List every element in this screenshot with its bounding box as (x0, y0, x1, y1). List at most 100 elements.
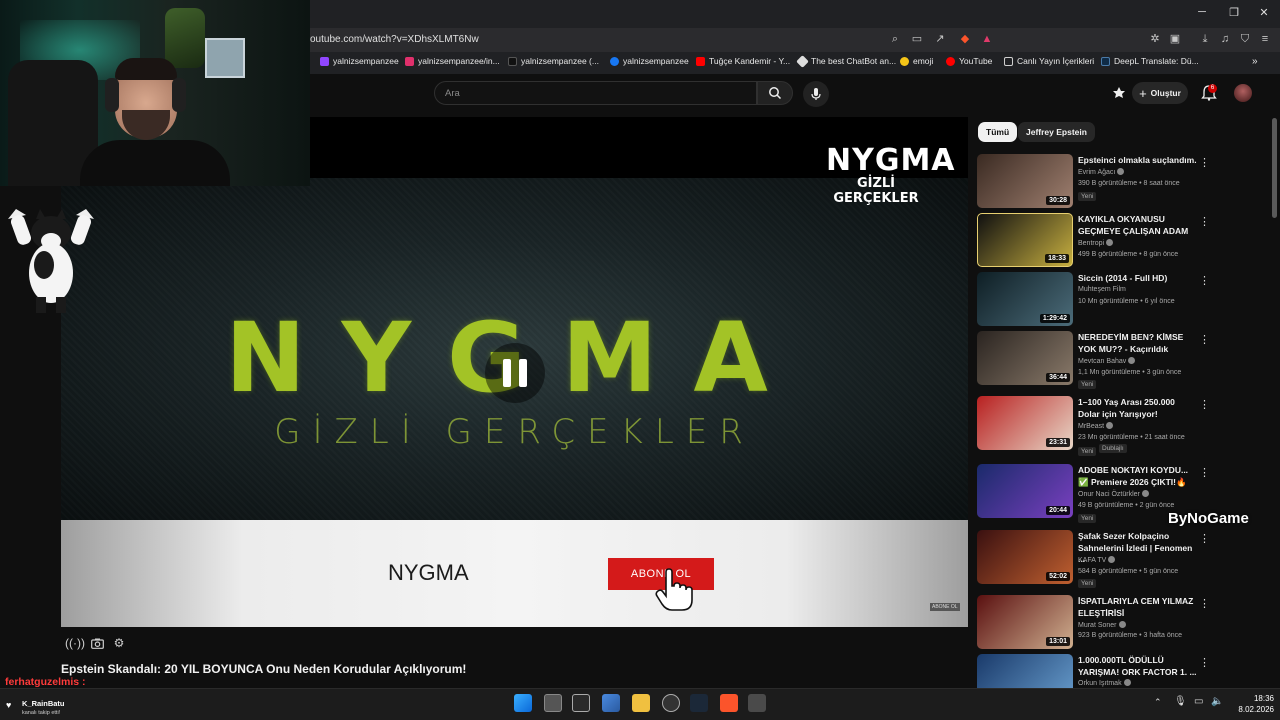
search-input[interactable]: Ara (445, 88, 460, 99)
more-options-icon[interactable]: ⋮ (1199, 215, 1210, 228)
zoom-icon[interactable]: ⌕ (888, 32, 902, 46)
network-icon[interactable]: ▭ (1194, 696, 1203, 707)
related-video-title[interactable]: Siccin (2014 - Full HD) (1078, 273, 1198, 285)
folder-icon (1004, 56, 1013, 66)
bookmark-item[interactable]: Tuğçe Kandemir - Y... (696, 56, 790, 66)
tray-overflow-icon[interactable]: ⌃ (1154, 697, 1162, 708)
pause-button[interactable] (485, 343, 545, 403)
related-video-title[interactable]: KAYIKLA OKYANUSU GEÇMEYE ÇALIŞAN ADAM (1078, 214, 1198, 237)
volume-icon[interactable]: 🔈 (1211, 696, 1223, 707)
related-video-title[interactable]: 1.000.000TL ÖDÜLLÜ YARIŞMA! ORK FACTOR 1… (1078, 655, 1198, 678)
bookmark-item[interactable]: DeepL Translate: Dü... (1101, 56, 1199, 66)
taskbar-time[interactable]: 18:36 (1246, 694, 1274, 703)
close-icon[interactable]: ✕ (1256, 6, 1272, 19)
related-video-title[interactable]: NEREDEYİM BEN? KİMSE YOK MU?? - Kaçırıld… (1078, 332, 1198, 355)
more-options-icon[interactable]: ⋮ (1199, 398, 1210, 411)
menu-icon[interactable]: ≡ (1258, 32, 1272, 46)
related-video[interactable]: 1:29:42 Siccin (2014 - Full HD) Muhteşem… (977, 272, 1217, 328)
bookmark-item[interactable]: yalnizsempanzee (610, 56, 689, 66)
bookmarks-overflow-icon[interactable]: » (1252, 56, 1258, 67)
chip-all[interactable]: Tümü (978, 122, 1018, 142)
file-explorer-icon[interactable] (632, 694, 650, 712)
related-video[interactable]: 13:01 İSPATLARIYLA CEM YILMAZ ELEŞTİRİSİ… (977, 595, 1217, 651)
brave-shield-icon[interactable]: ◆ (958, 32, 972, 46)
account-avatar[interactable] (1234, 84, 1252, 102)
brave-browser-icon[interactable] (720, 694, 738, 712)
task-view-icon[interactable] (544, 694, 562, 712)
related-video[interactable]: 52:02 Şafak Sezer Kolpaçino Sahnelerini … (977, 530, 1217, 588)
related-video-channel[interactable]: Onur Naci Öztürkler (1078, 490, 1149, 498)
vpn-shield-icon[interactable]: ⛉ (1238, 32, 1252, 46)
brave-rewards-icon[interactable]: ▲ (980, 32, 994, 46)
new-badge: Yeni (1078, 380, 1097, 389)
screenshot-camera-icon[interactable] (88, 634, 106, 652)
steam-icon[interactable] (690, 694, 708, 712)
bookmark-item[interactable]: emoji (900, 56, 933, 66)
more-options-icon[interactable]: ⋮ (1199, 532, 1210, 545)
related-video[interactable]: 23:31 1–100 Yaş Arası 250.000 Dolar için… (977, 396, 1217, 456)
more-options-icon[interactable]: ⋮ (1199, 274, 1210, 287)
related-video-title[interactable]: İSPATLARIYLA CEM YILMAZ ELEŞTİRİSİ (1078, 596, 1198, 619)
page-scrollbar[interactable] (1272, 118, 1277, 218)
live-signal-icon[interactable]: ((·)) (65, 634, 85, 652)
more-options-icon[interactable]: ⋮ (1199, 597, 1210, 610)
cast-tab-icon[interactable]: ▭ (910, 32, 924, 46)
related-video-channel[interactable]: MrBeast (1078, 422, 1114, 430)
video-thumbnail[interactable]: 20:44 (977, 464, 1073, 518)
snipping-tool-icon[interactable] (572, 694, 590, 712)
create-button[interactable]: + Oluştur (1132, 82, 1188, 104)
video-thumbnail[interactable]: 23:31 (977, 396, 1073, 450)
restore-icon[interactable]: ❐ (1226, 6, 1242, 19)
video-thumbnail[interactable]: 1:29:42 (977, 272, 1073, 326)
share-icon[interactable]: ↗ (933, 32, 947, 46)
related-video[interactable]: 36:44 NEREDEYİM BEN? KİMSE YOK MU?? - Ka… (977, 331, 1217, 389)
related-video-channel[interactable]: Muhteşem Film (1078, 286, 1126, 293)
related-video-channel[interactable]: Evrim Ağacı (1078, 168, 1125, 176)
url-text[interactable]: outube.com/watch?v=XDhsXLMT6Nw (310, 34, 479, 45)
more-options-icon[interactable]: ⋮ (1199, 333, 1210, 346)
bookmark-item[interactable]: yalnizsempanzee (... (508, 56, 599, 66)
bookmark-folder[interactable]: Canlı Yayın İçerikleri (1004, 56, 1094, 66)
minimize-icon[interactable]: ─ (1194, 6, 1210, 18)
video-thumbnail[interactable]: 13:01 (977, 595, 1073, 649)
related-video-channel[interactable]: Mevtcan Bahav (1078, 357, 1136, 365)
related-video-channel[interactable]: Bentropi (1078, 239, 1114, 247)
sidebar-icon[interactable]: ▣ (1168, 32, 1182, 46)
more-options-icon[interactable]: ⋮ (1199, 156, 1210, 169)
creator-studio-icon[interactable] (1112, 86, 1126, 100)
related-video-channel[interactable]: Murat Soner (1078, 621, 1126, 629)
obs-icon[interactable] (662, 694, 680, 712)
related-video[interactable]: 1.000.000TL ÖDÜLLÜ YARIŞMA! ORK FACTOR 1… (977, 654, 1217, 688)
voice-search-button[interactable] (803, 81, 829, 107)
more-options-icon[interactable]: ⋮ (1199, 466, 1210, 479)
more-options-icon[interactable]: ⋮ (1199, 656, 1210, 669)
video-thumbnail[interactable]: 18:33 (977, 213, 1073, 267)
bookmark-item[interactable]: The best ChatBot an... (796, 54, 896, 68)
related-video-channel[interactable]: Orkun Işıtmak (1078, 679, 1131, 687)
related-video-channel[interactable]: KAFA TV (1078, 556, 1116, 564)
related-video-title[interactable]: 1–100 Yaş Arası 250.000 Dolar için Yarış… (1078, 397, 1198, 420)
search-box[interactable] (434, 81, 757, 105)
download-icon[interactable]: ⤓ (1198, 32, 1212, 46)
bookmark-item[interactable]: yalnizsempanzee/in... (405, 56, 500, 66)
music-icon[interactable]: ♫ (1218, 32, 1232, 46)
related-video-title[interactable]: ADOBE NOKTAYI KOYDU... ✅ Premiere 2026 Ç… (1078, 465, 1198, 488)
related-video-title[interactable]: Epsteinci olmakla suçlandım. (1078, 155, 1198, 167)
search-button[interactable] (757, 81, 793, 105)
video-thumbnail[interactable]: 36:44 (977, 331, 1073, 385)
bookmark-item[interactable]: YouTube (946, 56, 992, 66)
media-player-icon[interactable] (748, 694, 766, 712)
video-thumbnail[interactable]: 30:28 (977, 154, 1073, 208)
video-thumbnail[interactable] (977, 654, 1073, 688)
settings-gear-icon[interactable]: ⚙ (110, 634, 128, 652)
windows-start-icon[interactable] (514, 694, 532, 712)
bookmark-item[interactable]: yalnizsempanzee (320, 56, 399, 66)
video-thumbnail[interactable]: 52:02 (977, 530, 1073, 584)
related-video[interactable]: 18:33 KAYIKLA OKYANUSU GEÇMEYE ÇALIŞAN A… (977, 213, 1217, 269)
chip-jeffrey-epstein[interactable]: Jeffrey Epstein (1018, 122, 1095, 142)
microphone-tray-icon[interactable]: 🎙 (1174, 696, 1187, 707)
photos-icon[interactable] (602, 694, 620, 712)
related-video[interactable]: 30:28 Epsteinci olmakla suçlandım. Evrim… (977, 154, 1217, 210)
taskbar-date[interactable]: 8.02.2026 (1226, 705, 1274, 714)
extensions-icon[interactable]: ✲ (1148, 32, 1162, 46)
